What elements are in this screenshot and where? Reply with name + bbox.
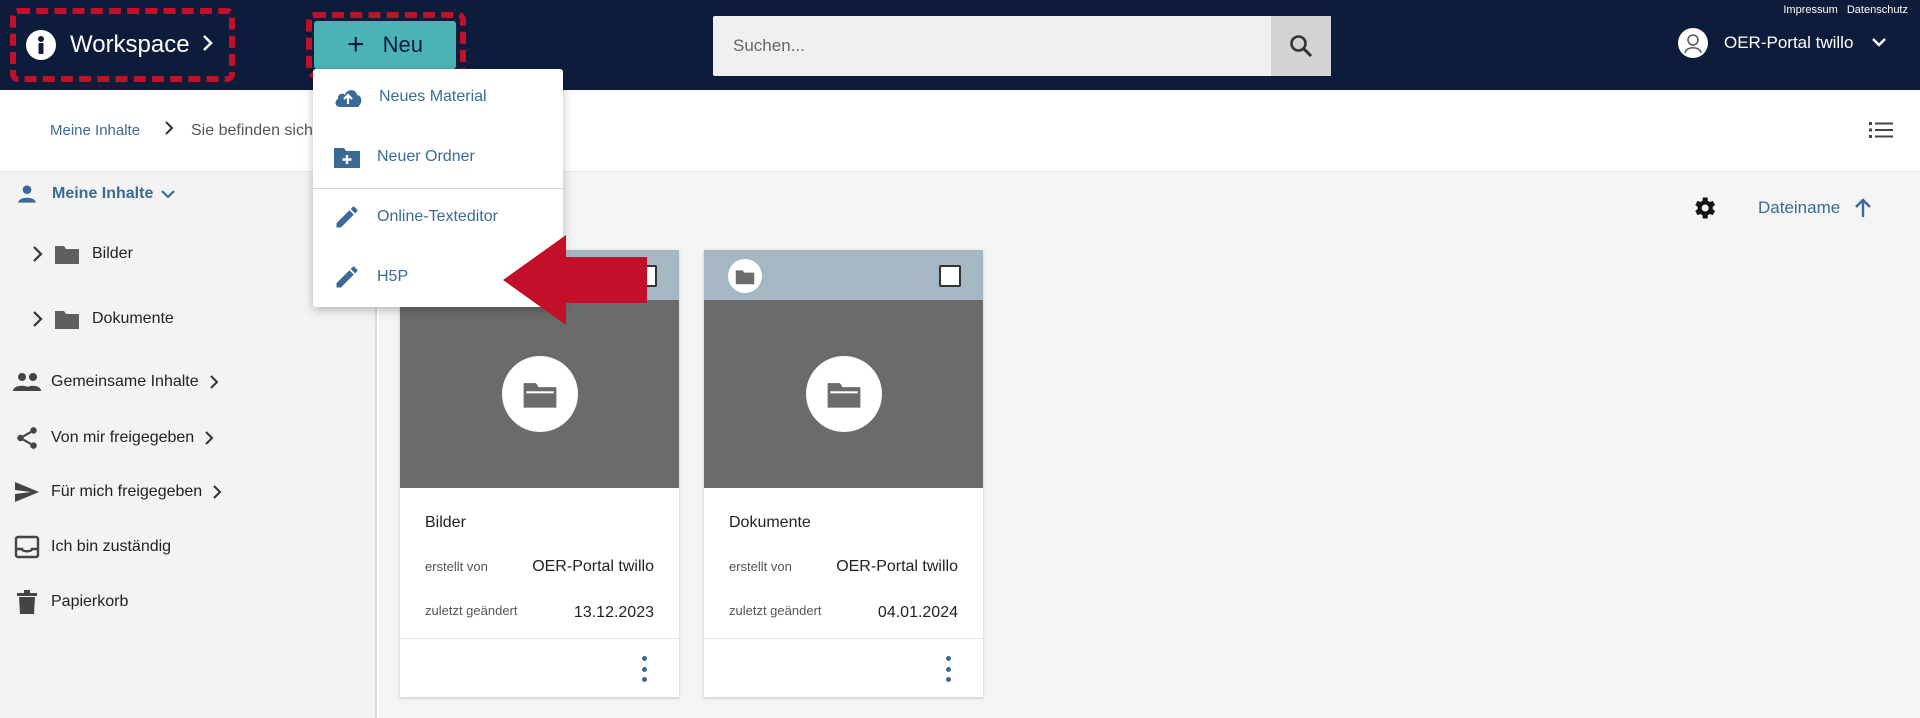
- user-menu[interactable]: OER-Portal twillo: [1678, 28, 1887, 58]
- search-input[interactable]: [713, 16, 1270, 76]
- sidebar-item-label: Von mir freigegeben: [51, 429, 195, 446]
- more-options-icon[interactable]: [943, 656, 953, 682]
- sidebar-folder-dokumente[interactable]: Dokumente: [32, 308, 174, 330]
- folder-card-dokumente[interactable]: Dokumente erstellt von OER-Portal twillo…: [704, 250, 983, 697]
- arrow-up-icon[interactable]: [1852, 197, 1874, 219]
- sidebar-item-my-contents[interactable]: Meine Inhalte: [14, 181, 176, 207]
- created-by-label: erstellt von: [729, 559, 792, 574]
- impressum-link[interactable]: Impressum: [1783, 4, 1837, 16]
- card-preview: [400, 300, 679, 488]
- share-icon: [17, 427, 37, 449]
- gear-icon[interactable]: [1690, 194, 1718, 222]
- search-icon: [1290, 35, 1313, 58]
- group-icon: [13, 373, 41, 391]
- card-divider: [400, 638, 679, 639]
- card-checkbox[interactable]: [939, 265, 961, 287]
- sidebar-item-label: Gemeinsame Inhalte: [51, 373, 199, 390]
- card-header: [704, 250, 983, 300]
- folder-icon: [55, 311, 79, 329]
- cloud-upload-icon: [335, 90, 362, 107]
- card-preview: [704, 300, 983, 488]
- chevron-right-icon: [209, 375, 219, 389]
- menu-item-label: Neues Material: [379, 88, 487, 105]
- user-avatar-icon: [1684, 34, 1702, 54]
- menu-item-label: H5P: [377, 268, 409, 285]
- folder-icon: [502, 356, 578, 432]
- chevron-right-icon: [164, 120, 174, 141]
- create-folder-icon: [334, 148, 360, 168]
- sidebar-item-responsible[interactable]: Ich bin zuständig: [14, 535, 171, 559]
- card-title: Bilder: [425, 514, 466, 531]
- modified-label: zuletzt geändert: [729, 603, 822, 618]
- user-name: OER-Portal twillo: [1724, 33, 1854, 52]
- created-by-value: OER-Portal twillo: [836, 558, 958, 575]
- modified-label: zuletzt geändert: [425, 603, 518, 618]
- created-by-value: OER-Portal twillo: [532, 558, 654, 575]
- more-options-icon[interactable]: [639, 656, 649, 682]
- trash-icon: [17, 590, 37, 614]
- menu-item-label: Neuer Ordner: [377, 148, 475, 165]
- sidebar-item-shared-contents[interactable]: Gemeinsame Inhalte: [12, 370, 219, 394]
- folder-small-icon: [728, 259, 762, 293]
- menu-item-new-material[interactable]: Neues Material: [313, 69, 563, 125]
- datenschutz-link[interactable]: Datenschutz: [1847, 4, 1908, 16]
- menu-item-label: Online-Texteditor: [377, 208, 498, 225]
- created-by-label: erstellt von: [425, 559, 488, 574]
- card-divider: [704, 638, 983, 639]
- send-icon: [15, 482, 39, 502]
- sidebar-folder-label: Dokumente: [92, 310, 174, 327]
- list-view-icon[interactable]: [1869, 121, 1893, 144]
- menu-item-new-folder[interactable]: Neuer Ordner: [313, 129, 563, 185]
- folder-icon: [55, 246, 79, 264]
- sidebar-folder-bilder[interactable]: Bilder: [32, 243, 133, 265]
- breadcrumb-current: Sie befinden sich: [191, 122, 313, 139]
- breadcrumb-home[interactable]: Meine Inhalte: [50, 122, 140, 139]
- chevron-right-icon: [205, 431, 214, 445]
- sort-controls: Dateiname: [1690, 194, 1874, 222]
- chevron-down-icon: [161, 190, 176, 199]
- avatar: [1678, 28, 1708, 58]
- search-box: [713, 16, 1331, 76]
- breadcrumb: Meine Inhalte Sie befinden sich: [0, 90, 1920, 172]
- sidebar-item-label: Ich bin zuständig: [51, 538, 172, 555]
- sidebar-item-label: Meine Inhalte: [52, 185, 154, 202]
- sidebar-item-label: Papierkorb: [51, 593, 129, 610]
- chevron-right-icon: [33, 311, 43, 327]
- modified-value: 13.12.2023: [573, 604, 654, 621]
- chevron-down-icon: [1871, 34, 1887, 52]
- pencil-icon: [336, 266, 358, 288]
- card-title: Dokumente: [729, 514, 811, 531]
- sidebar-item-trash[interactable]: Papierkorb: [16, 590, 128, 614]
- person-icon: [18, 185, 36, 203]
- inbox-icon: [14, 535, 40, 559]
- pencil-icon: [336, 206, 358, 228]
- modified-value: 04.01.2024: [877, 604, 958, 621]
- annotation-arrow-icon: [503, 235, 647, 325]
- sidebar-item-label: Für mich freigegeben: [51, 483, 203, 500]
- top-links: Impressum Datenschutz: [1777, 4, 1908, 16]
- sort-field-button[interactable]: Dateiname: [1758, 198, 1840, 218]
- chevron-right-icon: [213, 485, 222, 499]
- chevron-right-icon: [33, 246, 43, 262]
- sidebar-item-shared-by-me[interactable]: Von mir freigegeben: [14, 425, 214, 451]
- sidebar-folder-label: Bilder: [92, 245, 133, 262]
- folder-icon: [806, 356, 882, 432]
- sidebar-item-shared-with-me[interactable]: Für mich freigegeben: [14, 480, 222, 504]
- top-bar: Workspace + Neu Impressum Datenschutz OE…: [0, 0, 1920, 90]
- search-button[interactable]: [1271, 16, 1331, 76]
- workspace-highlight: [10, 8, 235, 82]
